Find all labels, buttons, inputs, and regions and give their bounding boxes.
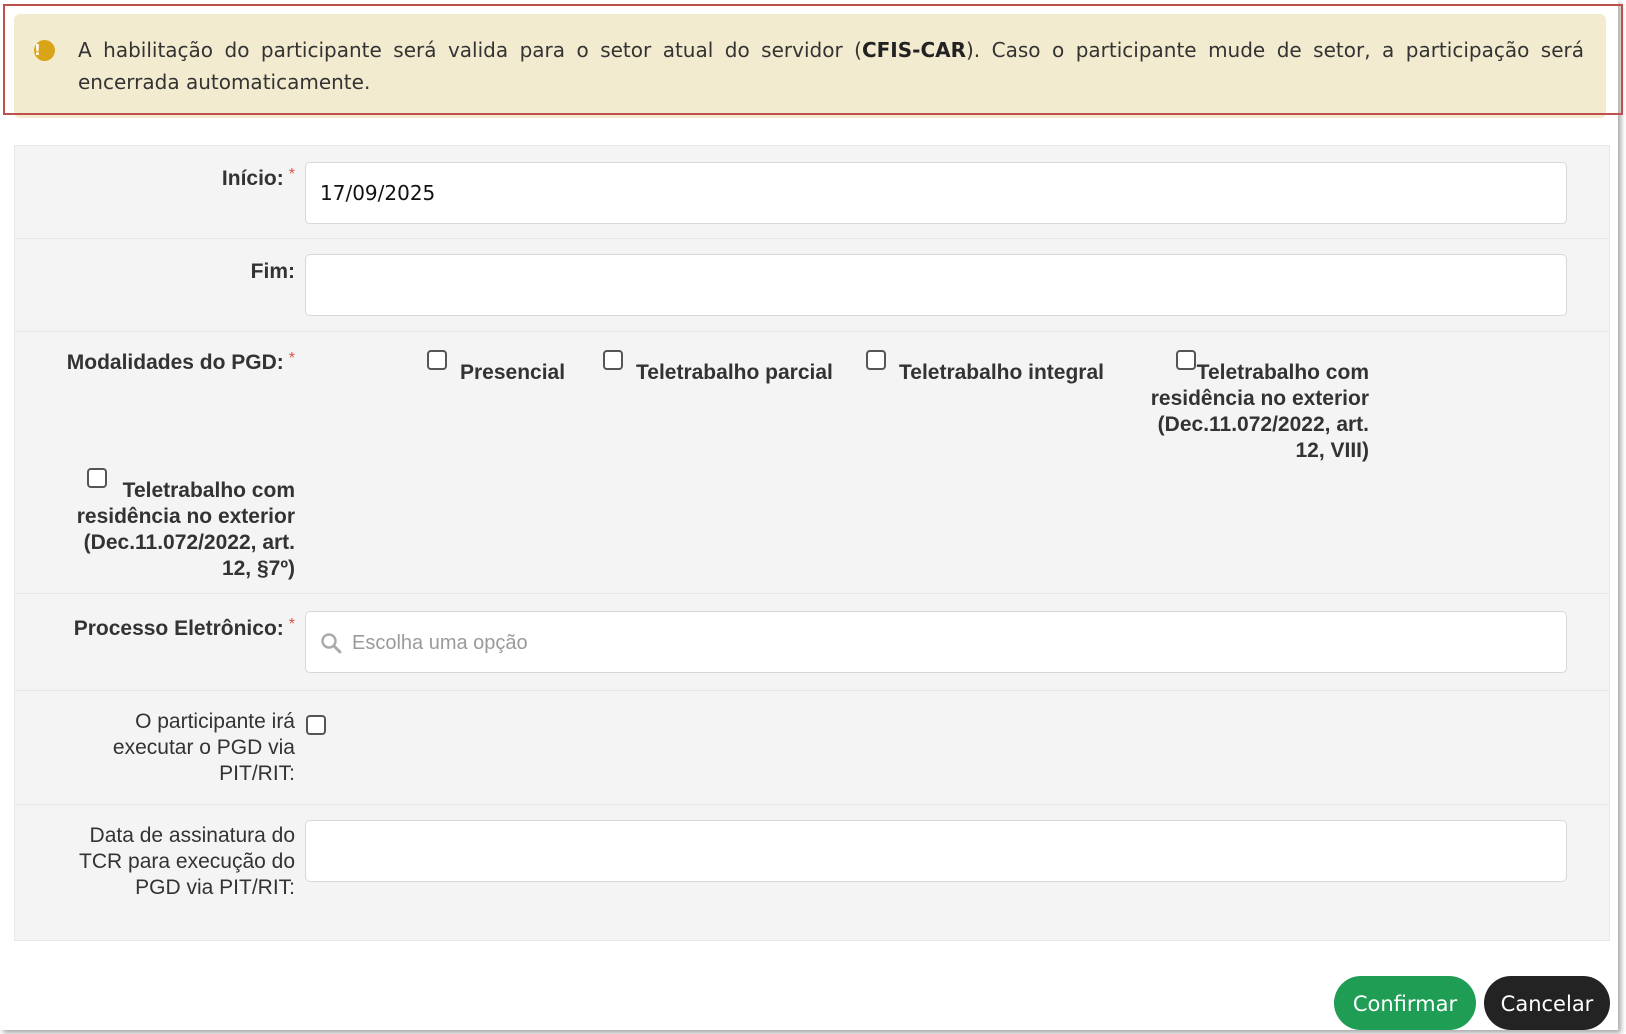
confirm-button[interactable]: Confirmar [1334, 976, 1476, 1030]
inicio-date-input[interactable]: 17/09/2025 [305, 162, 1567, 224]
modalidades-label: Modalidades do PGD: * [66, 350, 295, 374]
row-data-tcr: Data de assinatura do TCR para execução … [15, 805, 1609, 941]
option-presencial-label: Presencial [460, 361, 566, 384]
processo-placeholder: Escolha uma opção [352, 632, 528, 654]
row-fim: Fim: [15, 239, 1609, 332]
data-tcr-label: Data de assinatura do TCR para execução … [79, 824, 295, 899]
search-icon [321, 633, 342, 654]
alert-message: A habilitação do participante será valid… [78, 38, 1584, 94]
option-teletrabalho-parcial-label: Teletrabalho parcial [636, 361, 833, 384]
row-pit-rit: O participante irá executar o PGD via PI… [15, 691, 1609, 805]
exclamation-circle-icon: ! [34, 40, 55, 61]
option-teletrabalho-exterior-viii-label: Teletrabalho com residência no exterior … [1150, 361, 1369, 462]
row-processo: Processo Eletrônico: * Escolha uma opção [15, 594, 1609, 691]
pit-rit-checkbox[interactable] [306, 715, 326, 735]
dialog-frame: ! A habilitação do participante será val… [0, 0, 1623, 1030]
processo-select[interactable]: Escolha uma opção [305, 611, 1567, 673]
row-modalidades: Modalidades do PGD: * Presencial Teletrab… [15, 332, 1609, 594]
checkbox-presencial[interactable] [427, 350, 447, 370]
checkbox-teletrabalho-parcial[interactable] [603, 350, 623, 370]
option-teletrabalho-exterior-7-label: Teletrabalho com residência no exterior … [76, 479, 295, 580]
inicio-label: Início: * [221, 166, 295, 190]
option-teletrabalho-integral-label: Teletrabalho integral [899, 361, 1104, 384]
data-tcr-input[interactable] [305, 820, 1567, 882]
warning-alert: ! A habilitação do participante será val… [14, 14, 1606, 118]
row-inicio: Início: * 17/09/2025 [15, 146, 1609, 239]
cancel-button[interactable]: Cancelar [1484, 976, 1610, 1030]
checkbox-teletrabalho-integral[interactable] [866, 350, 886, 370]
fim-date-input[interactable] [305, 254, 1567, 316]
form-panel: Início: * 17/09/2025 Fim: Modalidades do … [14, 145, 1610, 941]
pit-rit-label: O participante irá executar o PGD via PI… [112, 710, 295, 785]
fim-label: Fim: [250, 260, 295, 283]
processo-label: Processo Eletrônico: * [73, 616, 295, 640]
alert-sector: CFIS-CAR [861, 38, 966, 62]
